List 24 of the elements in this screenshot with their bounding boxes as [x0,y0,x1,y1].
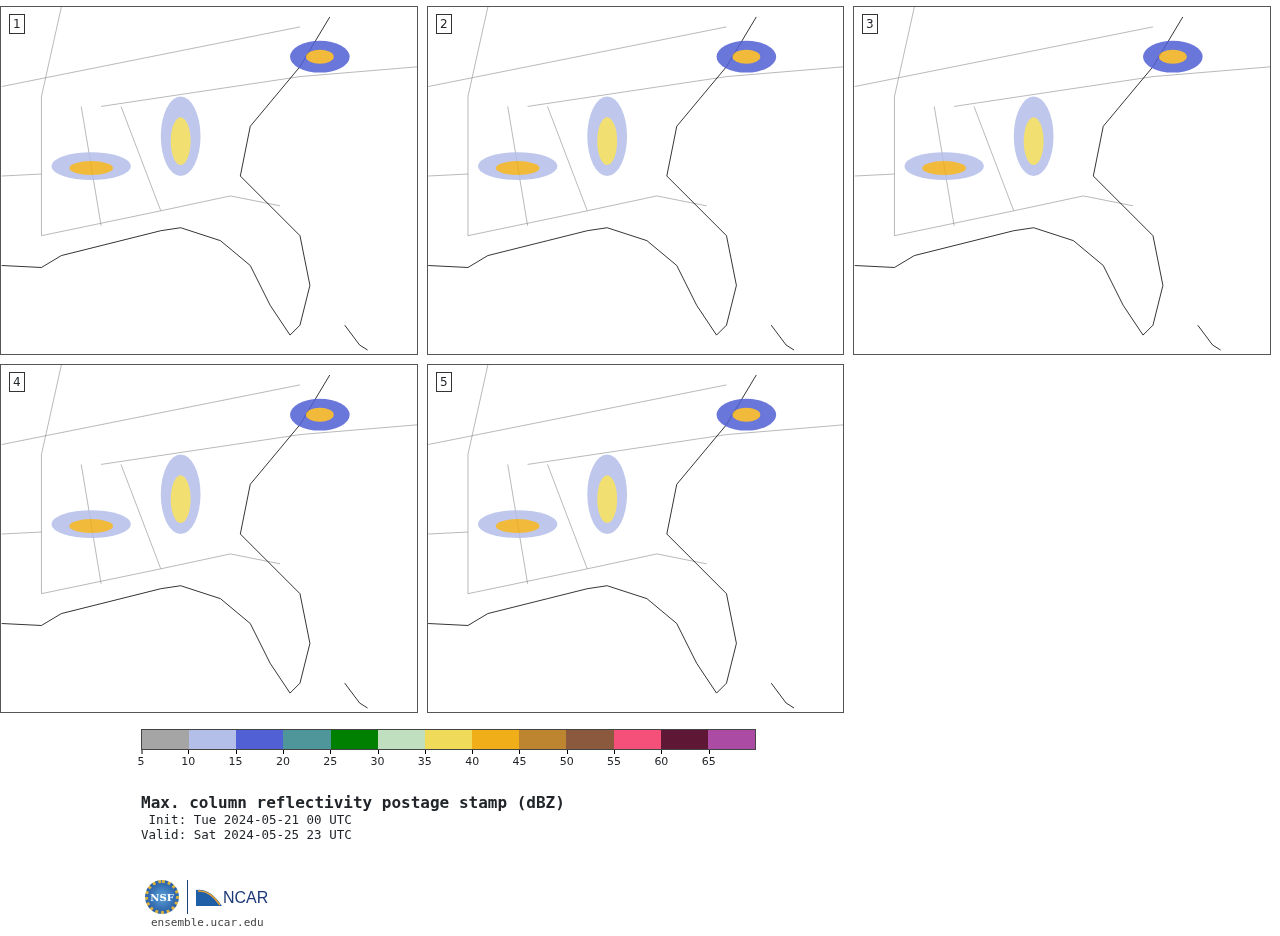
ncar-logo: NCAR [196,888,269,906]
nsf-logo: NSF [145,880,179,914]
tick-label: 40 [465,750,480,768]
tick-label: 15 [228,750,243,768]
website-url: ensemble.ucar.edu [151,916,265,929]
tick-label: 5 [137,750,145,768]
panel-number: 5 [436,372,452,392]
tick-label: 55 [607,750,622,768]
tick-label: 25 [323,750,338,768]
tick-label: 30 [370,750,385,768]
valid-time: Valid: Sat 2024-05-25 23 UTC [141,827,353,842]
tick-label: 35 [417,750,432,768]
tick-label: 65 [701,750,716,768]
panel-number: 2 [436,14,452,34]
panel-number: 4 [9,372,25,392]
tick-label: 10 [181,750,196,768]
tick-label: 45 [512,750,527,768]
map-title: Max. column reflectivity postage stamp (dBZ) [141,792,566,812]
panel-number: 1 [9,14,25,34]
panel-number: 3 [862,14,878,34]
tick-label: 60 [654,750,669,768]
tick-label: 20 [275,750,290,768]
tick-label: 50 [559,750,574,768]
init-time: Init: Tue 2024-05-21 00 UTC [147,812,353,827]
